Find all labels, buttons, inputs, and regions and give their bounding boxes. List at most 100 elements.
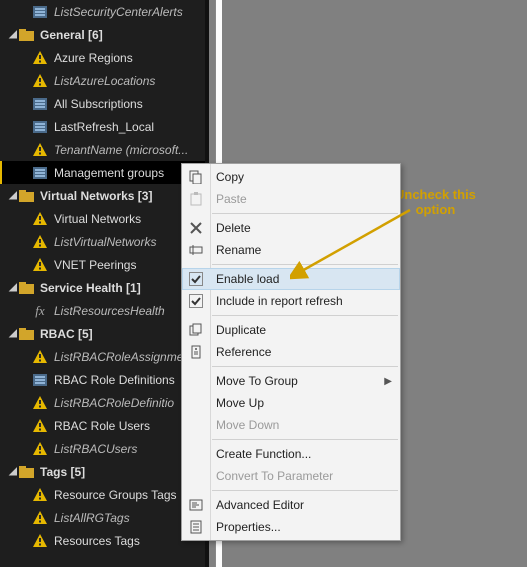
folder-icon xyxy=(18,27,34,43)
menu-separator xyxy=(212,264,398,265)
tree-item-label: ListRBACRoleDefinitio xyxy=(54,396,201,410)
tree-item[interactable]: fxListResourcesHealth xyxy=(0,299,205,322)
menu-item-label: Delete xyxy=(216,221,251,235)
tree-folder-label: General [6] xyxy=(40,28,201,42)
tree-folder[interactable]: ◢RBAC [5] xyxy=(0,322,205,345)
tree-item[interactable]: Azure Regions xyxy=(0,46,205,69)
context-menu: Copy Paste Delete Rename Enable load Include … xyxy=(181,163,401,541)
tree-item-label: Resources Tags xyxy=(54,534,201,548)
menu-item-label: Rename xyxy=(216,243,261,257)
tree-folder-label: Service Health [1] xyxy=(40,281,201,295)
menu-item-create-function[interactable]: Create Function... xyxy=(182,443,400,465)
warning-icon xyxy=(32,73,48,89)
editor-icon xyxy=(182,494,210,516)
tree-item-label: RBAC Role Users xyxy=(54,419,201,433)
menu-item-move-up[interactable]: Move Up xyxy=(182,392,400,414)
warning-icon xyxy=(32,50,48,66)
tree-folder[interactable]: ◢ Virtual Networks [3] xyxy=(0,184,205,207)
warning-icon xyxy=(32,142,48,158)
checkbox-icon xyxy=(182,268,210,290)
tree-item-label: LastRefresh_Local xyxy=(54,120,201,134)
warning-icon xyxy=(32,211,48,227)
table-icon xyxy=(32,96,48,112)
delete-icon xyxy=(182,217,210,239)
warning-icon xyxy=(32,533,48,549)
caret-down-icon: ◢ xyxy=(8,190,18,201)
properties-icon xyxy=(182,516,210,538)
queries-panel: ListSecurityCenterAlerts ◢ General [6] Azu… xyxy=(0,0,209,567)
warning-icon xyxy=(32,487,48,503)
checkbox-icon xyxy=(182,290,210,312)
tree-item-top[interactable]: ListSecurityCenterAlerts xyxy=(0,0,205,23)
table-icon xyxy=(32,119,48,135)
tree-item[interactable]: Virtual Networks xyxy=(0,207,205,230)
warning-icon xyxy=(32,234,48,250)
menu-item-label: Paste xyxy=(216,192,247,206)
tree-folder-label: Virtual Networks [3] xyxy=(40,189,201,203)
menu-item-duplicate[interactable]: Duplicate xyxy=(182,319,400,341)
fx-icon: fx xyxy=(32,303,48,319)
paste-icon xyxy=(182,188,210,210)
tree-item[interactable]: RBAC Role Definitions xyxy=(0,368,205,391)
menu-item-include-in-report-refresh[interactable]: Include in report refresh xyxy=(182,290,400,312)
tree-item[interactable]: Resource Groups Tags xyxy=(0,483,205,506)
tree-item[interactable]: All Subscriptions xyxy=(0,92,205,115)
warning-icon xyxy=(32,418,48,434)
tree-folder[interactable]: ◢ General [6] xyxy=(0,23,205,46)
tree-item-label: ListVirtualNetworks xyxy=(54,235,201,249)
menu-item-move-to-group[interactable]: Move To Group ▶ xyxy=(182,370,400,392)
menu-item-properties[interactable]: Properties... xyxy=(182,516,400,538)
tree-item-label: ListAllRGTags xyxy=(54,511,201,525)
tree-item-label: ListAzureLocations xyxy=(54,74,201,88)
menu-item-reference[interactable]: Reference xyxy=(182,341,400,363)
menu-item-rename[interactable]: Rename xyxy=(182,239,400,261)
reference-icon xyxy=(182,341,210,363)
menu-item-label: Move Down xyxy=(216,418,279,432)
warning-icon xyxy=(32,395,48,411)
menu-separator xyxy=(212,439,398,440)
table-icon xyxy=(32,165,48,181)
copy-icon xyxy=(182,166,210,188)
tree-item[interactable]: LastRefresh_Local xyxy=(0,115,205,138)
caret-down-icon: ◢ xyxy=(8,466,18,477)
caret-down-icon: ◢ xyxy=(8,29,18,40)
tree-item[interactable]: ListRBACUsers xyxy=(0,437,205,460)
warning-icon xyxy=(32,510,48,526)
tree-item-label: TenantName (microsoft... xyxy=(54,143,201,157)
folder-icon xyxy=(18,464,34,480)
tree-item[interactable]: ListAzureLocations xyxy=(0,69,205,92)
menu-item-label: Copy xyxy=(216,170,244,184)
tree-item-label: VNET Peerings xyxy=(54,258,201,272)
warning-icon xyxy=(32,441,48,457)
menu-item-label: Create Function... xyxy=(216,447,311,461)
tree-item[interactable]: RBAC Role Users xyxy=(0,414,205,437)
tree-item[interactable]: ListVirtualNetworks xyxy=(0,230,205,253)
tree-item[interactable]: Resources Tags xyxy=(0,529,205,552)
menu-separator xyxy=(212,490,398,491)
submenu-arrow-icon: ▶ xyxy=(384,376,392,387)
menu-item-enable-load[interactable]: Enable load xyxy=(182,268,400,290)
menu-separator xyxy=(212,213,398,214)
menu-item-label: Move To Group xyxy=(216,374,298,388)
tree-item[interactable]: Management groups xyxy=(0,161,205,184)
tree-item-label: Management groups xyxy=(54,166,201,180)
menu-item-copy[interactable]: Copy xyxy=(182,166,400,188)
tree-folder-label: Tags [5] xyxy=(40,465,201,479)
menu-separator xyxy=(212,366,398,367)
tree-item-label: Resource Groups Tags xyxy=(54,488,201,502)
menu-item-label: Enable load xyxy=(216,272,279,286)
menu-item-move-down: Move Down xyxy=(182,414,400,436)
menu-item-delete[interactable]: Delete xyxy=(182,217,400,239)
tree-item[interactable]: ListRBACRoleAssignme xyxy=(0,345,205,368)
menu-item-label: Duplicate xyxy=(216,323,266,337)
tree-item[interactable]: VNET Peerings xyxy=(0,253,205,276)
menu-separator xyxy=(212,315,398,316)
tree-item[interactable]: ListRBACRoleDefinitio xyxy=(0,391,205,414)
warning-icon xyxy=(32,349,48,365)
tree-folder[interactable]: ◢Service Health [1] xyxy=(0,276,205,299)
tree-folder[interactable]: ◢ Tags [5] xyxy=(0,460,205,483)
menu-item-label: Reference xyxy=(216,345,271,359)
tree-item[interactable]: TenantName (microsoft... xyxy=(0,138,205,161)
tree-item[interactable]: ListAllRGTags xyxy=(0,506,205,529)
menu-item-advanced-editor[interactable]: Advanced Editor xyxy=(182,494,400,516)
